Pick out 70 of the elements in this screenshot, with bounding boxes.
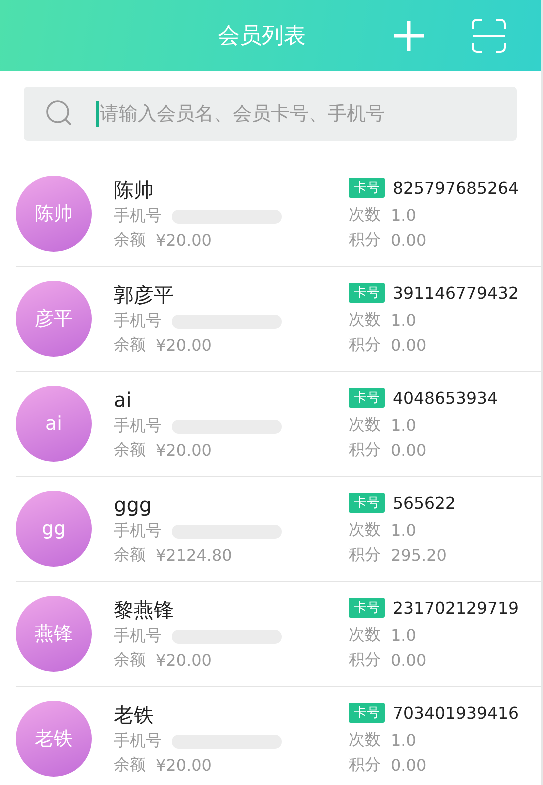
count-value: 1.0	[391, 416, 416, 435]
card-number: 825797685264	[393, 178, 519, 198]
balance-value: ¥20.00	[156, 756, 212, 775]
card-number: 4048653934	[393, 388, 498, 408]
member-name: 郭彦平	[114, 282, 175, 308]
member-name: ggg	[114, 492, 154, 518]
balance-label: 余额	[114, 230, 146, 251]
count-label: 次数	[349, 205, 381, 226]
page-title: 会员列表	[218, 22, 306, 50]
avatar: gg	[16, 491, 92, 567]
card-tag: 卡号	[349, 178, 385, 198]
points-value: 0.00	[391, 336, 427, 355]
points-value: 295.20	[391, 546, 447, 565]
points-label: 积分	[349, 545, 381, 566]
points-label: 积分	[349, 650, 381, 671]
scan-icon[interactable]	[471, 18, 507, 54]
phone-label: 手机号	[114, 416, 162, 437]
count-label: 次数	[349, 415, 381, 436]
avatar: 老铁	[16, 701, 92, 777]
card-tag: 卡号	[349, 493, 385, 513]
balance-label: 余额	[114, 650, 146, 671]
points-label: 积分	[349, 335, 381, 356]
balance-label: 余额	[114, 545, 146, 566]
add-icon[interactable]	[392, 18, 426, 52]
points-value: 0.00	[391, 756, 427, 775]
points-value: 0.00	[391, 651, 427, 670]
count-label: 次数	[349, 625, 381, 646]
member-name: ai	[114, 386, 133, 414]
phone-label: 手机号	[114, 731, 162, 752]
phone-label: 手机号	[114, 521, 162, 542]
avatar: 燕锋	[16, 596, 92, 672]
count-value: 1.0	[391, 731, 416, 750]
phone-label: 手机号	[114, 206, 162, 227]
phone-label: 手机号	[114, 626, 162, 647]
count-label: 次数	[349, 520, 381, 541]
phone-label: 手机号	[114, 311, 162, 332]
points-label: 积分	[349, 755, 381, 776]
card-tag: 卡号	[349, 283, 385, 303]
balance-value: ¥20.00	[156, 441, 212, 460]
search-field[interactable]: 请输入会员名、会员卡号、手机号	[24, 87, 517, 141]
member-name: 老铁	[114, 702, 155, 728]
balance-label: 余额	[114, 335, 146, 356]
balance-value: ¥20.00	[156, 231, 212, 250]
points-label: 积分	[349, 440, 381, 461]
balance-value: ¥20.00	[156, 651, 212, 670]
card-number: 231702129719	[393, 598, 519, 618]
member-name: 黎燕锋	[114, 596, 175, 624]
member-name: 陈帅	[114, 176, 155, 204]
count-value: 1.0	[391, 206, 416, 225]
card-number: 703401939416	[393, 704, 519, 722]
card-tag: 卡号	[349, 598, 385, 618]
balance-label: 余额	[114, 755, 146, 776]
points-value: 0.00	[391, 441, 427, 460]
count-value: 1.0	[391, 626, 416, 645]
balance-value: ¥20.00	[156, 336, 212, 355]
card-number: 565622	[393, 494, 456, 512]
count-label: 次数	[349, 730, 381, 751]
balance-value: ¥2124.80	[156, 546, 232, 565]
points-value: 0.00	[391, 231, 427, 250]
balance-label: 余额	[114, 440, 146, 461]
avatar: 陈帅	[16, 176, 92, 252]
avatar: ai	[16, 386, 92, 462]
card-tag: 卡号	[349, 388, 385, 408]
points-label: 积分	[349, 230, 381, 251]
card-number: 391146779432	[393, 284, 519, 302]
count-value: 1.0	[391, 521, 416, 540]
avatar: 彦平	[16, 281, 92, 357]
card-tag: 卡号	[349, 703, 385, 723]
count-value: 1.0	[391, 311, 416, 330]
count-label: 次数	[349, 310, 381, 331]
